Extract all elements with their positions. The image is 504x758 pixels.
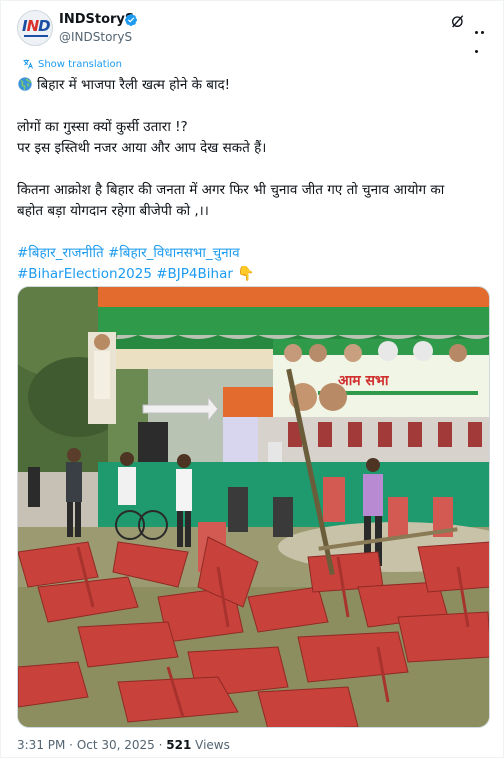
- tweet-line-3: पर इस इस्तिथी नजर आया और आप देख सकते हैं…: [17, 140, 267, 156]
- views-count: 521: [166, 738, 192, 752]
- author-handle[interactable]: @INDStoryS: [59, 30, 132, 44]
- tweet-line-5: बहोत बड़ा योगदान रहेगा बीजेपी को ,।।: [17, 203, 209, 219]
- tweet-line-1: बिहार में भाजपा रैली खत्म होने के बाद!: [17, 75, 487, 96]
- tweet-card: IND INDStoryS @INDStoryS Show translatio…: [0, 0, 504, 758]
- rally-photo-illustration: आम सभा: [18, 287, 489, 727]
- avatar-logo-underline: [24, 35, 48, 37]
- pointing-down-emoji: 👇: [237, 266, 255, 282]
- hashtag-bihar-assembly-election[interactable]: #बिहार_विधानसभा_चुनाव: [108, 245, 240, 261]
- tweet-line-4: कितना आक्रोश है बिहार की जनता में अगर फि…: [17, 182, 445, 198]
- author-name[interactable]: INDStoryS: [59, 12, 134, 27]
- hashtag-row-1: #बिहार_राजनीति #बिहार_विधानसभा_चुनाव: [17, 243, 487, 264]
- globe-icon: [18, 77, 32, 91]
- hashtag-bihar-election-2025[interactable]: #BiharElection2025: [17, 266, 152, 282]
- meta-separator: ·: [154, 738, 167, 752]
- tweet-line-2: लोगों का गुस्सा क्यों कुर्सी उतारा !?: [17, 119, 188, 135]
- show-translation-label: Show translation: [38, 58, 122, 70]
- hashtag-bihar-politics[interactable]: #बिहार_राजनीति: [17, 245, 104, 261]
- translate-icon: [23, 59, 33, 69]
- banner-heading-text: आम सभा: [338, 373, 390, 389]
- views-label: Views: [191, 738, 230, 752]
- tweet-meta: 3:31 PM · Oct 30, 2025 · 521 Views: [17, 738, 230, 752]
- meta-separator: ·: [65, 738, 77, 752]
- more-options-icon[interactable]: [475, 19, 491, 53]
- tweet-date[interactable]: Oct 30, 2025: [77, 738, 155, 752]
- tweet-text: बिहार में भाजपा रैली खत्म होने के बाद! ल…: [17, 75, 487, 285]
- verified-badge-icon: [125, 14, 137, 26]
- hashtag-row-2: #BiharElection2025 #BJP4Bihar 👇: [17, 264, 487, 285]
- tweet-time[interactable]: 3:31 PM: [17, 738, 65, 752]
- avatar[interactable]: IND: [17, 10, 53, 46]
- tweet-line-1-text: बिहार में भाजपा रैली खत्म होने के बाद!: [37, 77, 231, 93]
- hashtag-bjp4bihar[interactable]: #BJP4Bihar: [156, 266, 233, 282]
- grok-icon[interactable]: [450, 13, 466, 29]
- tweet-media-photo[interactable]: आम सभा: [17, 286, 490, 728]
- avatar-logo-text: IND: [22, 17, 51, 35]
- show-translation-link[interactable]: Show translation: [22, 58, 122, 70]
